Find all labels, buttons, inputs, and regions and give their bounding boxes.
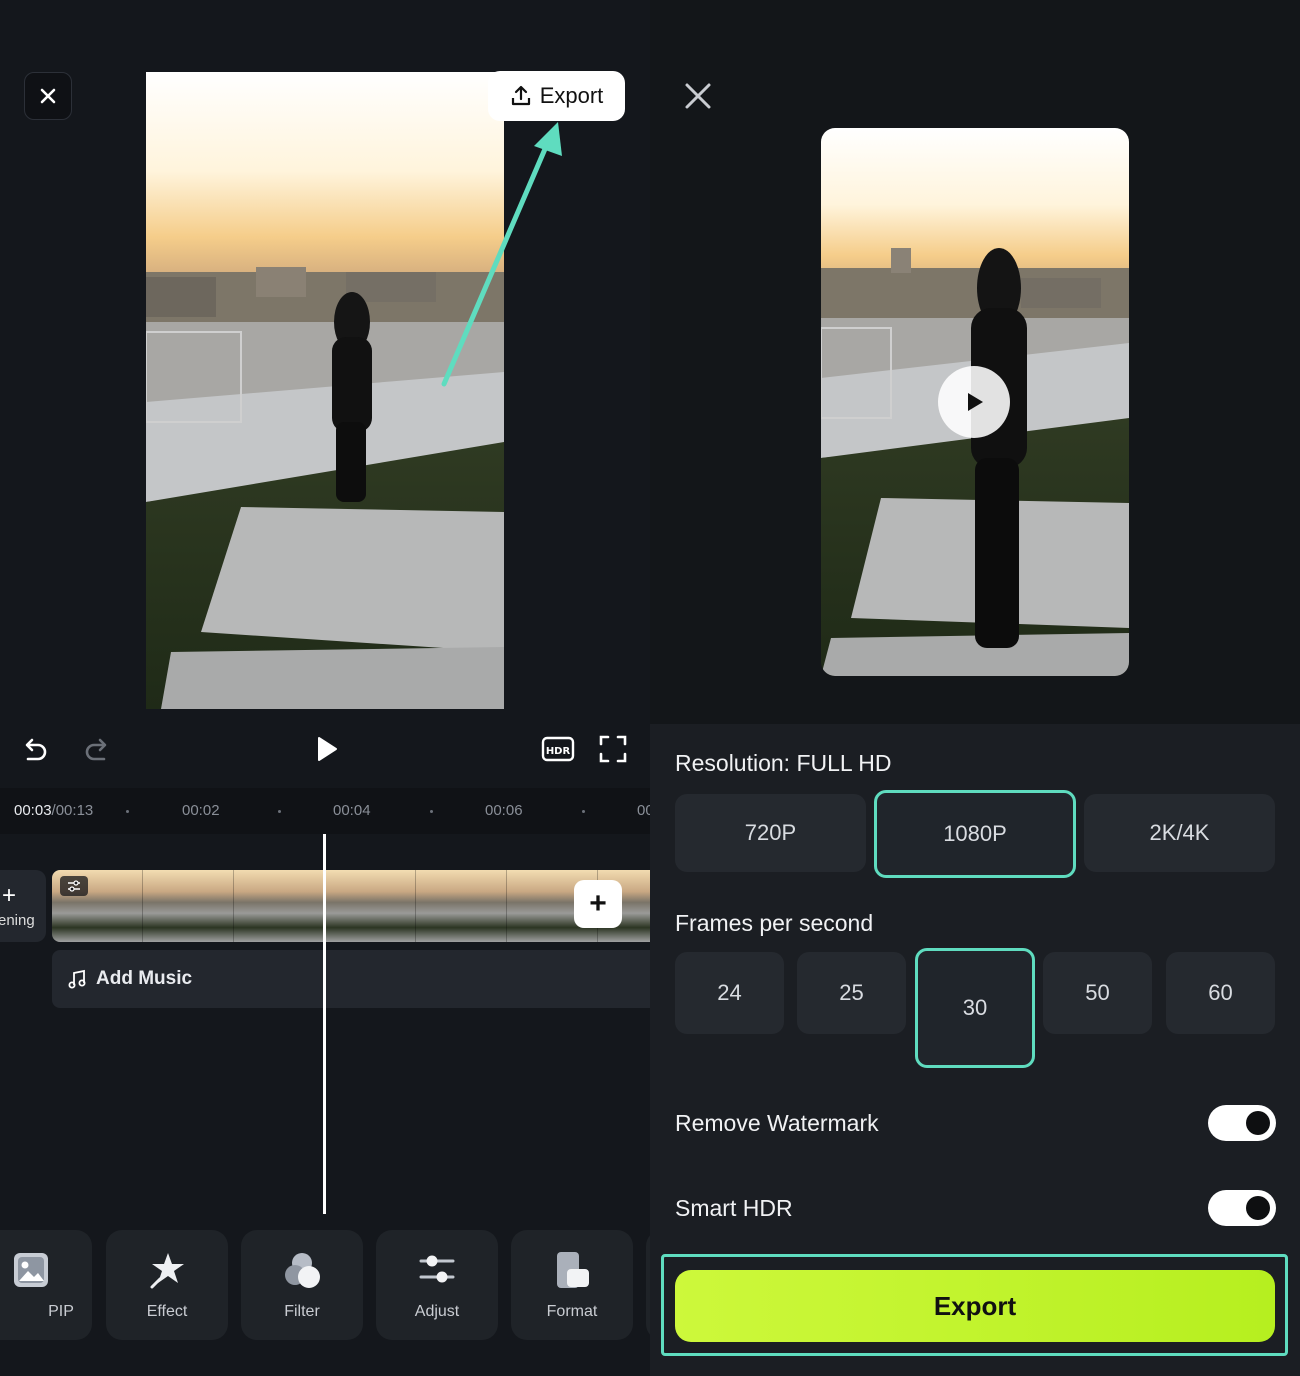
add-music-label: Add Music	[96, 968, 193, 989]
tool-label: Adjust	[414, 1303, 460, 1320]
resolution-option-2k4k[interactable]: 2K/4K	[1084, 794, 1275, 872]
redo-button[interactable]	[80, 734, 114, 768]
format-icon	[557, 1252, 589, 1288]
tool-effect[interactable]: Effect	[106, 1230, 228, 1340]
tick-dot	[430, 810, 433, 813]
tool-filter[interactable]: Filter	[241, 1230, 363, 1340]
tool-label: Format	[546, 1303, 598, 1320]
opening-clip-button[interactable]: + ening	[0, 870, 46, 942]
editor-panel: Export HDR 00:03/00:13 00:02 00:04 00:06…	[0, 0, 650, 1376]
fps-title: Frames per second	[675, 910, 874, 936]
remove-watermark-toggle[interactable]	[1208, 1105, 1276, 1141]
tool-pip[interactable]: PIP	[0, 1230, 92, 1340]
export-options: Resolution: FULL HD 720P 1080P 2K/4K Fra…	[650, 724, 1300, 1376]
play-button[interactable]	[309, 732, 343, 766]
remove-watermark-label: Remove Watermark	[675, 1110, 879, 1136]
fps-option-30[interactable]: 30	[915, 948, 1035, 1068]
toggle-knob	[1246, 1111, 1270, 1135]
add-music-track[interactable]: Add Music	[52, 950, 650, 1008]
smart-hdr-toggle[interactable]	[1208, 1190, 1276, 1226]
export-top-label: Export	[539, 83, 604, 108]
music-note-icon	[68, 969, 86, 989]
export-top-button[interactable]: Export	[488, 71, 625, 121]
close-icon[interactable]	[682, 80, 714, 112]
tick-label: 00:02	[182, 802, 220, 819]
plus-icon: +	[2, 882, 17, 909]
resolution-option-720p[interactable]: 720P	[675, 794, 866, 872]
sliders-icon	[68, 880, 80, 892]
clip-thumbnail	[416, 870, 507, 942]
tick-label: 00:04	[333, 802, 371, 819]
tool-label: Filter	[284, 1303, 320, 1320]
tick-label: 00	[637, 802, 650, 819]
play-icon	[968, 393, 983, 411]
svg-text:HDR: HDR	[546, 746, 571, 757]
opening-label: ening	[0, 912, 35, 929]
resolution-option-1080p[interactable]: 1080P	[874, 790, 1076, 878]
tool-format[interactable]: Format	[511, 1230, 633, 1340]
clip-adjust-badge[interactable]	[60, 876, 88, 896]
fps-option-60[interactable]: 60	[1166, 952, 1275, 1034]
add-clip-button[interactable]: +	[574, 880, 622, 928]
resolution-title: Resolution: FULL HD	[675, 750, 892, 776]
timeline-playhead[interactable]	[323, 834, 326, 1214]
tool-label: PIP	[48, 1303, 74, 1320]
export-settings-panel: Resolution: FULL HD 720P 1080P 2K/4K Fra…	[650, 0, 1300, 1376]
upload-icon	[511, 85, 530, 106]
adjust-sliders-icon	[419, 1255, 455, 1283]
bottom-toolbar: PIP Effect Filter Adjust Format	[0, 1230, 650, 1340]
tick-dot	[278, 810, 281, 813]
clip-thumbnail	[325, 870, 416, 942]
fps-option-24[interactable]: 24	[675, 952, 784, 1034]
pip-icon	[14, 1253, 48, 1287]
effect-star-icon	[150, 1253, 184, 1289]
fps-option-25[interactable]: 25	[797, 952, 906, 1034]
export-button[interactable]: Export	[675, 1270, 1275, 1342]
clip-thumbnail	[234, 870, 325, 942]
time-readout: 00:03/00:13	[14, 802, 94, 819]
hdr-button[interactable]: HDR	[540, 734, 576, 764]
fullscreen-button[interactable]	[597, 734, 629, 764]
close-icon	[40, 88, 56, 104]
preview-play-button[interactable]	[938, 366, 1010, 438]
undo-icon	[25, 738, 47, 761]
plus-icon: +	[589, 887, 607, 920]
video-clip-strip[interactable]	[52, 870, 650, 942]
close-editor-button[interactable]	[24, 72, 72, 120]
hdr-icon: HDR	[541, 736, 575, 762]
undo-button[interactable]	[18, 734, 52, 768]
toggle-knob	[1246, 1196, 1270, 1220]
tick-dot	[582, 810, 585, 813]
tool-adjust[interactable]: Adjust	[376, 1230, 498, 1340]
play-icon	[318, 737, 337, 761]
fps-option-50[interactable]: 50	[1043, 952, 1152, 1034]
tick-dot	[126, 810, 129, 813]
redo-icon	[85, 738, 107, 761]
filter-circles-icon	[285, 1253, 320, 1288]
smart-hdr-label: Smart HDR	[675, 1195, 793, 1221]
tick-label: 00:06	[485, 802, 523, 819]
playback-controls: HDR	[0, 722, 650, 776]
fullscreen-icon	[599, 735, 627, 763]
timeline-ruler[interactable]: 00:03/00:13 00:02 00:04 00:06 00	[0, 788, 650, 834]
clip-thumbnail	[143, 870, 234, 942]
tool-label: Effect	[146, 1303, 188, 1320]
annotation-arrow	[441, 122, 562, 387]
